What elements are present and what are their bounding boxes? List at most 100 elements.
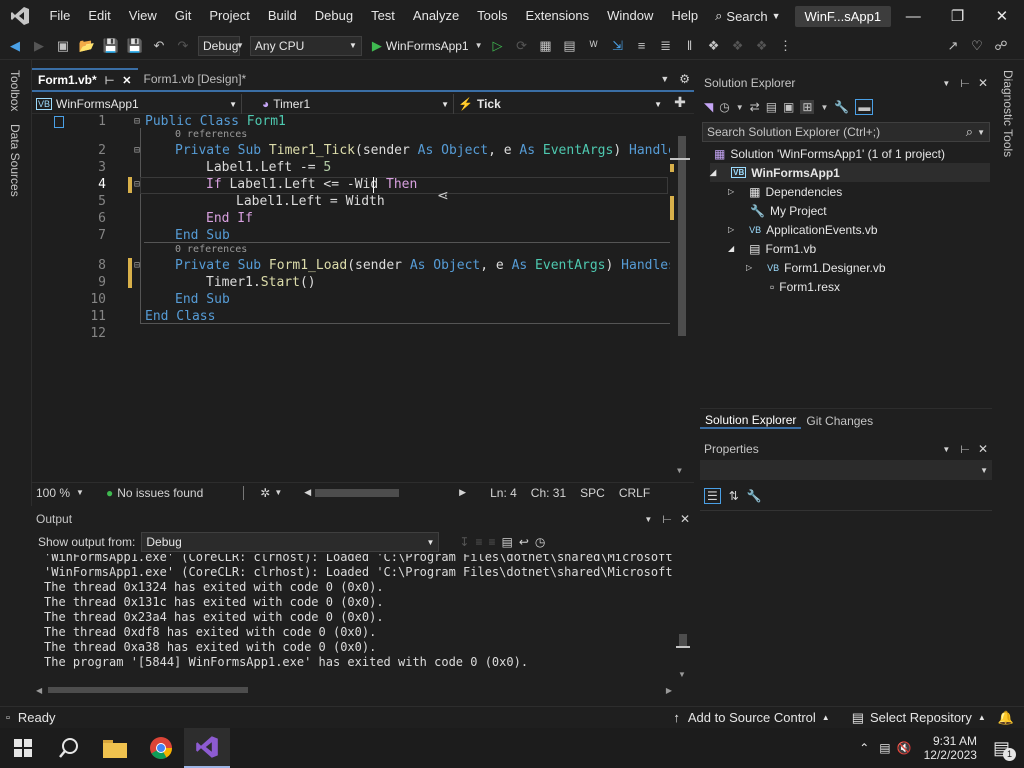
settings-gear-icon[interactable]: ⚙ — [675, 72, 694, 90]
close-icon[interactable]: ✕ — [122, 74, 131, 87]
menu-project[interactable]: Project — [200, 0, 258, 32]
visual-studio-taskbar-icon[interactable] — [184, 728, 230, 768]
output-horizontal-scrollbar[interactable]: ◀ ▶ — [36, 684, 672, 696]
start-debugging-icon[interactable]: ▶ — [368, 37, 386, 55]
bookmark-prev-icon[interactable]: ❖ — [729, 37, 747, 55]
step-icon[interactable]: ⇲ — [609, 37, 627, 55]
bookmark-icon[interactable]: ❖ — [705, 37, 723, 55]
chevron-up-icon[interactable]: ▲ — [822, 713, 830, 722]
undo-icon[interactable]: ↶ — [150, 37, 168, 55]
bookmark-next-icon[interactable]: ❖ — [753, 37, 771, 55]
tree-item-form1-designer[interactable]: ▷ VB Form1.Designer.vb — [746, 258, 886, 277]
references-codelens[interactable]: 0 references — [175, 244, 247, 255]
maximize-button[interactable]: ❐ — [935, 7, 979, 25]
data-sources-tab[interactable]: Data Sources — [8, 124, 22, 197]
volume-muted-icon[interactable]: 🔇 — [897, 741, 912, 755]
menu-window[interactable]: Window — [598, 0, 662, 32]
object-dropdown[interactable]: ◕ Timer1 ▼ — [242, 94, 454, 114]
menu-test[interactable]: Test — [362, 0, 404, 32]
collapse-all-icon[interactable]: ▤ — [766, 100, 777, 114]
tree-item-dependencies[interactable]: ▷ ▦ Dependencies — [728, 182, 842, 201]
solution-search-input[interactable]: Search Solution Explorer (Ctrl+;) ⌕ ▼ — [702, 122, 990, 142]
go-to-line-icon[interactable]: ↧ — [459, 535, 469, 549]
scroll-right-icon[interactable]: ▶ — [459, 487, 466, 498]
chevron-down-icon[interactable]: ▼ — [820, 103, 828, 112]
notification-center-icon[interactable]: ▤ 1 — [993, 738, 1016, 761]
menu-extensions[interactable]: Extensions — [517, 0, 599, 32]
close-icon[interactable]: ✕ — [978, 442, 988, 456]
tree-item-form1[interactable]: ◢ ▤ Form1.vb — [728, 239, 816, 258]
chevron-down-icon[interactable]: ▼ — [475, 41, 483, 50]
scroll-thumb[interactable] — [679, 634, 687, 646]
minimize-button[interactable]: — — [891, 8, 935, 25]
menu-debug[interactable]: Debug — [306, 0, 362, 32]
windows-start-icon[interactable] — [0, 728, 46, 768]
menu-help[interactable]: Help — [662, 0, 707, 32]
tree-item-application-events[interactable]: ▷ VB ApplicationEvents.vb — [728, 220, 878, 239]
preview-icon[interactable]: ☍ — [992, 37, 1010, 55]
output-source-select[interactable]: Debug ▼ — [141, 532, 440, 552]
search-menu[interactable]: ⌕ Search ▼ — [715, 8, 780, 24]
scroll-right-icon[interactable]: ▶ — [666, 686, 672, 695]
chevron-down-icon[interactable]: ▼ — [977, 128, 985, 137]
search-icon[interactable] — [46, 728, 92, 768]
collapsed-arrow-icon[interactable]: ▷ — [728, 187, 734, 196]
layout-icon[interactable]: ▤ — [561, 37, 579, 55]
clear-all-icon[interactable]: ▤ — [501, 535, 512, 549]
format-icon[interactable]: ≡ — [633, 37, 651, 55]
tree-item-project[interactable]: ◢ VB WinFormsApp1 — [710, 163, 990, 182]
pin-icon[interactable]: ⊢ — [960, 77, 970, 90]
code-editor[interactable]: 1 2 3 4 5 6 7 8 9 10 11 12 ⊟ ⊟ ⊟ ⊟ Publi… — [32, 114, 694, 482]
prev-message-icon[interactable]: ≡ — [475, 535, 482, 549]
event-dropdown[interactable]: ⚡ Tick ▼ — [454, 94, 666, 114]
quick-action-icon[interactable] — [54, 116, 64, 128]
show-all-files-icon[interactable]: ▣ — [783, 100, 794, 114]
close-icon[interactable]: ✕ — [680, 512, 690, 526]
comment-icon[interactable]: ‖ — [681, 37, 699, 55]
next-message-icon[interactable]: ≡ — [488, 535, 495, 549]
chevron-down-icon[interactable]: ▼ — [942, 445, 950, 454]
add-to-source-control[interactable]: Add to Source Control — [688, 710, 816, 725]
feedback-icon[interactable]: ♡ — [968, 37, 986, 55]
chevron-down-icon[interactable]: ▼ — [736, 103, 744, 112]
configuration-select[interactable]: Debug — [198, 35, 240, 56]
browse-folder-icon[interactable]: ▦ — [537, 37, 555, 55]
select-repository[interactable]: Select Repository — [870, 710, 972, 725]
filter-icon[interactable]: ⊞ — [800, 100, 815, 114]
menu-build[interactable]: Build — [259, 0, 306, 32]
menu-analyze[interactable]: Analyze — [404, 0, 468, 32]
new-project-icon[interactable]: ▣ — [54, 37, 72, 55]
history-icon[interactable]: ◷ — [719, 100, 729, 114]
pin-icon[interactable]: ⊢ — [960, 443, 970, 456]
visual-studio-logo-icon[interactable] — [0, 0, 40, 32]
scroll-thumb[interactable] — [678, 136, 686, 336]
expanded-arrow-icon[interactable]: ◢ — [710, 168, 716, 177]
menu-tools[interactable]: Tools — [468, 0, 516, 32]
toolbox-tab[interactable]: Toolbox — [8, 70, 22, 111]
menu-view[interactable]: View — [120, 0, 166, 32]
word-wrap-icon[interactable]: ↩ — [519, 535, 529, 549]
switch-views-icon[interactable]: ◥ — [704, 100, 713, 114]
issues-status[interactable]: No issues found — [117, 486, 203, 500]
file-explorer-icon[interactable] — [92, 728, 138, 768]
code-cleanup-icon[interactable]: ✲ — [260, 486, 270, 500]
menu-file[interactable]: File — [40, 0, 79, 32]
output-vertical-scrollbar[interactable]: ▼ — [676, 554, 690, 684]
expanded-arrow-icon[interactable]: ◢ — [728, 244, 734, 253]
split-editor-icon[interactable]: ✚ — [666, 94, 694, 113]
clock[interactable]: 9:31 AM 12/2/2023 — [924, 734, 977, 762]
scroll-thumb[interactable] — [48, 687, 249, 693]
notifications-bell-icon[interactable]: 🔔 — [998, 710, 1014, 726]
timestamp-icon[interactable]: ◷ — [535, 535, 545, 549]
scroll-left-icon[interactable]: ◀ — [304, 487, 311, 498]
tab-solution-explorer[interactable]: Solution Explorer — [700, 413, 802, 429]
scroll-left-icon[interactable]: ◀ — [36, 686, 42, 695]
tab-git-changes[interactable]: Git Changes — [801, 414, 878, 428]
tree-item-form1-resx[interactable]: ▫ Form1.resx — [770, 277, 840, 296]
chevron-down-icon[interactable]: ▼ — [274, 488, 282, 497]
hot-reload-icon[interactable]: ⟳ — [513, 37, 531, 55]
editor-vertical-scrollbar[interactable]: ▼ — [670, 114, 694, 482]
menu-edit[interactable]: Edit — [79, 0, 119, 32]
live-share-icon[interactable]: ↗ — [944, 37, 962, 55]
spell-check-icon[interactable]: ᵂ — [585, 37, 603, 55]
